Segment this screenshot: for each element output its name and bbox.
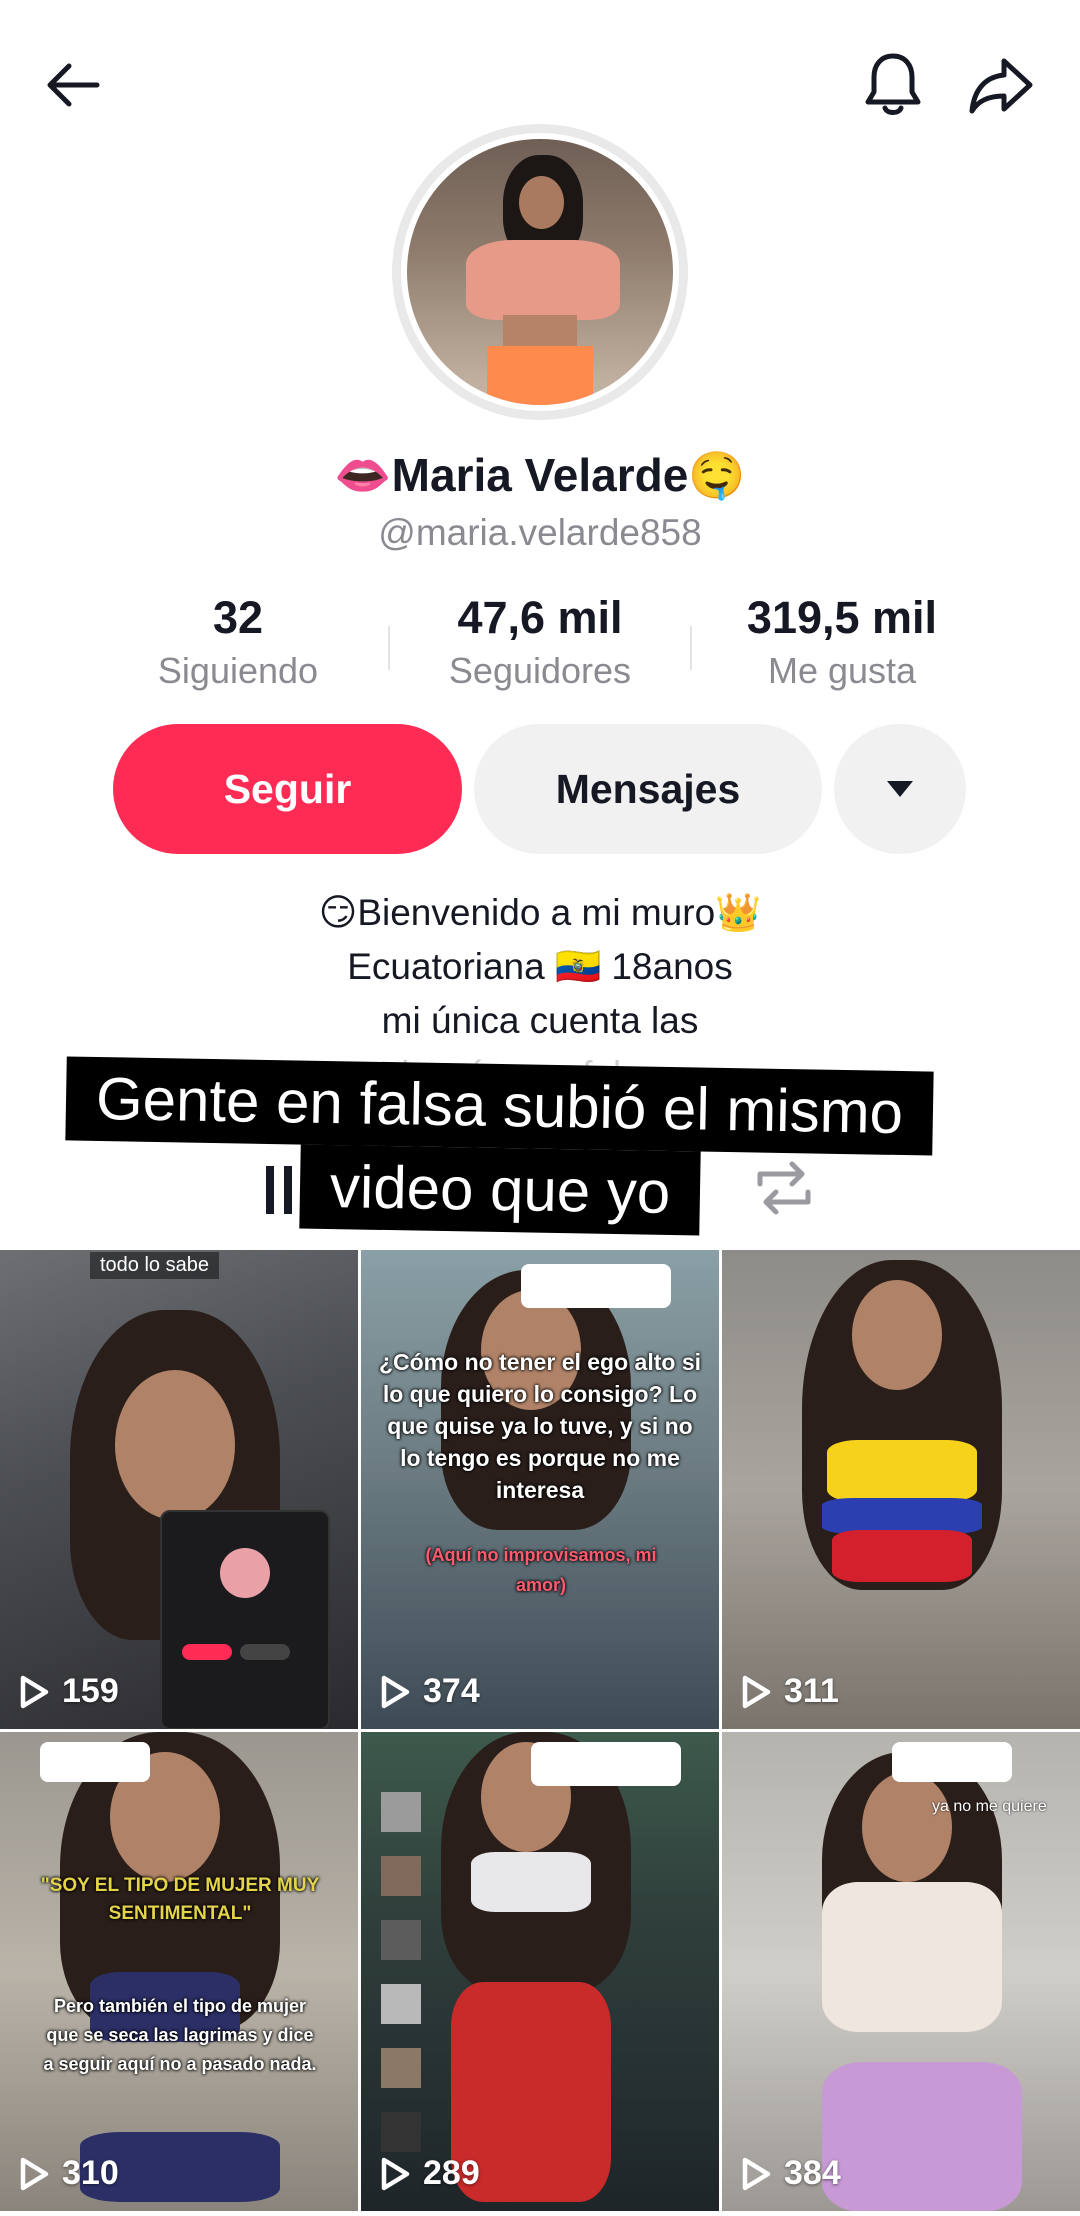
- profile-avatar-ring[interactable]: [392, 124, 688, 420]
- avatar-frame: [401, 133, 679, 411]
- thumbnail-phone: [160, 1510, 330, 1729]
- back-button[interactable]: [28, 40, 118, 130]
- share-icon: [969, 58, 1033, 114]
- bio-line: 😏Bienvenido a mi muro👑: [318, 892, 762, 933]
- view-count: 311: [784, 1672, 839, 1710]
- bell-icon: [865, 53, 921, 115]
- stat-following-value: 32: [212, 592, 264, 643]
- share-button[interactable]: [956, 40, 1046, 130]
- video-view-count: 289: [379, 2154, 480, 2193]
- video-thumbnail[interactable]: todo lo sabe 159: [0, 1250, 358, 1729]
- thumbnail-blouse: [822, 1882, 1002, 2032]
- comment-reply-card: [531, 1742, 681, 1786]
- video-tag: ya no me quiere: [932, 1798, 1047, 1815]
- video-thumbnail[interactable]: 289: [361, 1732, 719, 2211]
- comment-reply-card: [892, 1742, 1012, 1782]
- profile-handle: @maria.velarde858: [378, 512, 702, 553]
- view-count: 384: [784, 2154, 841, 2192]
- avatar-top: [465, 240, 620, 320]
- video-overlay-text: "SOY EL TIPO DE MUJER MUY SENTIMENTAL": [40, 1875, 320, 1924]
- play-icon: [20, 1675, 49, 1708]
- caption-line: video que yo: [299, 1144, 701, 1236]
- avatar-skirt: [486, 346, 594, 405]
- thumbnail-face: [852, 1280, 942, 1390]
- view-count: 289: [423, 2154, 480, 2192]
- repost-icon: [757, 1161, 811, 1215]
- video-view-count: 310: [18, 2154, 119, 2193]
- flag-red: [832, 1530, 972, 1582]
- video-thumbnail[interactable]: 311: [722, 1250, 1080, 1729]
- video-view-count: 374: [379, 1672, 480, 1711]
- bio-line: mi única cuenta las: [381, 1000, 699, 1041]
- video-grid: todo lo sabe 159 ¿Cómo no tener el ego a…: [0, 1250, 1080, 2216]
- video-thumbnail[interactable]: "SOY EL TIPO DE MUJER MUY SENTIMENTAL" P…: [0, 1732, 358, 2211]
- follow-button[interactable]: Seguir: [113, 724, 462, 854]
- stat-followers-label: Seguidores: [448, 650, 632, 691]
- play-icon: [381, 1675, 410, 1708]
- back-arrow-icon: [47, 63, 100, 107]
- profile-stats: 32 Siguiendo 47,6 mil Seguidores 319,5 m…: [88, 590, 992, 700]
- video-overlay-text: Pero también el tipo de mujer que se sec…: [43, 1996, 317, 2074]
- avatar: [407, 139, 673, 405]
- bio-line: Ecuatoriana 🇪🇨 18anos: [347, 946, 733, 987]
- view-count: 310: [62, 2154, 119, 2192]
- play-icon: [742, 2157, 771, 2190]
- view-count: 159: [62, 1672, 119, 1710]
- stat-following[interactable]: 32 Siguiendo: [88, 590, 388, 696]
- play-icon: [20, 2157, 49, 2190]
- view-count: 374: [423, 1672, 480, 1710]
- video-view-count: 384: [740, 2154, 841, 2193]
- playlist-thumbnails: [381, 1792, 421, 2152]
- thumbnail-face: [115, 1370, 235, 1520]
- caption-line: Gente en falsa subió el mismo: [65, 1056, 934, 1156]
- flag-blue: [822, 1498, 982, 1534]
- stat-followers-value: 47,6 mil: [457, 592, 623, 643]
- comment-reply-card: [40, 1742, 150, 1782]
- comment-reply-card: [521, 1264, 671, 1308]
- notification-bell-button[interactable]: [848, 40, 938, 130]
- avatar-face: [518, 176, 564, 230]
- stat-likes-value: 319,5 mil: [746, 592, 938, 643]
- video-overlay-text: ¿Cómo no tener el ego alto si lo que qui…: [378, 1349, 702, 1503]
- caret-down-icon: [887, 781, 913, 797]
- play-icon: [381, 2157, 410, 2190]
- flag-yellow: [827, 1440, 977, 1502]
- thumbnail-skirt: [822, 2062, 1022, 2211]
- stat-following-label: Siguiendo: [157, 650, 319, 691]
- play-icon: [742, 1675, 771, 1708]
- video-thumbnail[interactable]: ya no me quiere 384: [722, 1732, 1080, 2211]
- video-thumbnail[interactable]: ¿Cómo no tener el ego alto si lo que qui…: [361, 1250, 719, 1729]
- profile-name: 👄Maria Velarde🤤: [334, 449, 746, 501]
- pause-icon: [266, 1166, 292, 1214]
- messages-button[interactable]: Mensajes: [474, 724, 822, 854]
- thumbnail-top: [471, 1852, 591, 1912]
- video-view-count: 159: [18, 1672, 119, 1711]
- video-tag: todo lo sabe: [90, 1252, 219, 1279]
- profile-bio: 😏Bienvenido a mi muro👑 Ecuatoriana 🇪🇨 18…: [0, 886, 1080, 1070]
- stat-likes-label: Me gusta: [767, 650, 917, 691]
- stat-followers[interactable]: 47,6 mil Seguidores: [390, 590, 690, 696]
- video-view-count: 311: [740, 1672, 839, 1711]
- stat-likes[interactable]: 319,5 mil Me gusta: [692, 590, 992, 696]
- more-options-button[interactable]: [834, 724, 966, 854]
- video-overlay-subtext: (Aquí no improvisamos, mi amor): [425, 1545, 657, 1595]
- thumbnail-face: [862, 1772, 952, 1882]
